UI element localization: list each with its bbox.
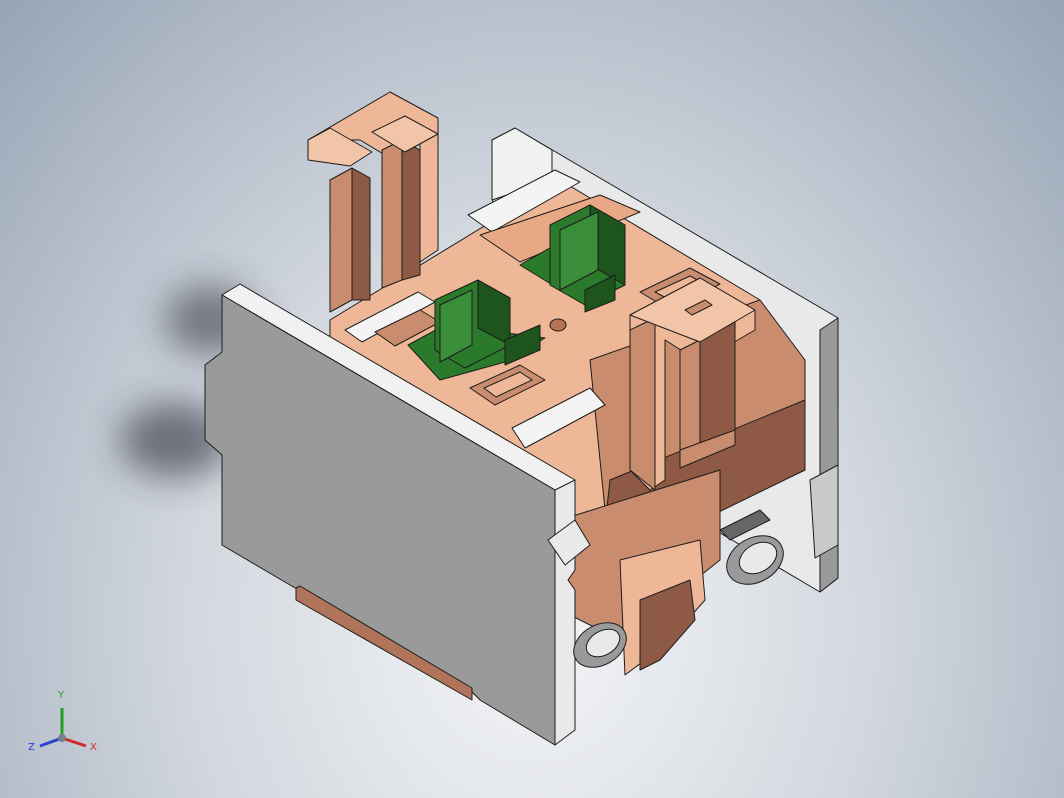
contact-block-model[interactable]: X Y Z (0, 0, 1064, 798)
y-axis-label: Y (57, 690, 65, 701)
axis-triad: X Y Z (28, 690, 97, 753)
x-axis-label: X (90, 742, 97, 753)
triad-origin (58, 734, 66, 742)
z-axis-label: Z (28, 742, 35, 753)
center-hole (549, 318, 567, 332)
cad-viewport[interactable]: X Y Z (0, 0, 1064, 798)
